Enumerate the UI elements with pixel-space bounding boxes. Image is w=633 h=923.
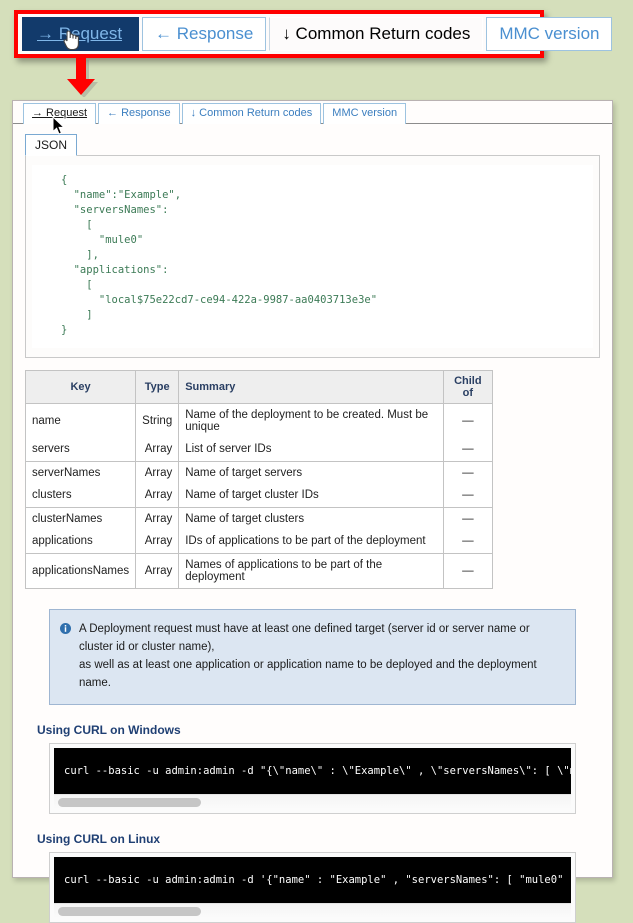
- panel-tab-list: → Request ← Response ↓ Common Return cod…: [13, 101, 612, 124]
- curl-windows-title: Using CURL on Windows: [37, 723, 600, 737]
- cell-key: applications: [26, 530, 136, 553]
- info-note: A Deployment request must have at least …: [49, 609, 576, 705]
- magnified-tabbar-callout: → Request ← Response ↓ Common Return cod…: [14, 10, 544, 58]
- table-row: clusterNames Array Name of target cluste…: [26, 507, 493, 530]
- cell-child-of: —: [443, 461, 492, 484]
- red-down-arrow-icon: [62, 55, 98, 97]
- cell-key: name: [26, 404, 136, 439]
- cell-type: Array: [136, 461, 179, 484]
- column-header-child-of: Child of: [443, 371, 492, 404]
- curl-linux-scrollbar[interactable]: [54, 903, 571, 918]
- cell-key: serverNames: [26, 461, 136, 484]
- column-header-key: Key: [26, 371, 136, 404]
- magnified-tab-list: → Request ← Response ↓ Common Return cod…: [22, 17, 536, 54]
- curl-windows-command: curl --basic -u admin:admin -d "{\"name\…: [54, 748, 571, 794]
- cell-key: servers: [26, 438, 136, 461]
- cell-summary: List of server IDs: [179, 438, 443, 461]
- info-note-line-1: A Deployment request must have at least …: [79, 620, 563, 656]
- scrollbar-thumb[interactable]: [58, 798, 201, 807]
- table-row: serverNames Array Name of target servers…: [26, 461, 493, 484]
- cell-summary: IDs of applications to be part of the de…: [179, 530, 443, 553]
- key-reference-table: Key Type Summary Child of name String Na…: [25, 370, 493, 589]
- cell-child-of: —: [443, 553, 492, 588]
- json-tab-row: JSON: [25, 134, 600, 156]
- table-header-row: Key Type Summary Child of: [26, 371, 493, 404]
- panel-body: JSON { "name":"Example", "serversNames":…: [13, 124, 612, 923]
- curl-linux-block: curl --basic -u admin:admin -d '{"name" …: [49, 852, 576, 923]
- curl-windows-block: curl --basic -u admin:admin -d "{\"name\…: [49, 743, 576, 814]
- tab-response[interactable]: ← Response: [98, 103, 180, 124]
- cell-summary: Names of applications to be part of the …: [179, 553, 443, 588]
- json-code-inner: { "name":"Example", "serversNames": [ "m…: [32, 165, 593, 348]
- tab-json[interactable]: JSON: [25, 134, 77, 156]
- tab-request[interactable]: → Request: [23, 103, 96, 124]
- cell-type: Array: [136, 553, 179, 588]
- cell-summary: Name of target clusters: [179, 507, 443, 530]
- json-code-text: { "name":"Example", "serversNames": [ "m…: [42, 173, 583, 338]
- cell-child-of: —: [443, 507, 492, 530]
- column-header-summary: Summary: [179, 371, 443, 404]
- column-header-type: Type: [136, 371, 179, 404]
- magnified-tab-mmc-version[interactable]: MMC version: [486, 17, 612, 51]
- tab-mmc-version[interactable]: MMC version: [323, 103, 406, 124]
- content-panel: → Request ← Response ↓ Common Return cod…: [12, 100, 613, 878]
- cell-key: clusterNames: [26, 507, 136, 530]
- json-code-viewer: JSON { "name":"Example", "serversNames":…: [25, 134, 600, 358]
- cell-type: Array: [136, 484, 179, 507]
- magnified-tab-response[interactable]: ← Response: [142, 17, 266, 51]
- cell-child-of: —: [443, 530, 492, 553]
- magnified-tab-request[interactable]: → Request: [22, 17, 139, 51]
- cell-summary: Name of target cluster IDs: [179, 484, 443, 507]
- scrollbar-thumb[interactable]: [58, 907, 201, 916]
- table-row: applicationsNames Array Names of applica…: [26, 553, 493, 588]
- info-icon: [60, 623, 71, 634]
- cell-key: applicationsNames: [26, 553, 136, 588]
- info-note-text: A Deployment request must have at least …: [79, 620, 563, 692]
- curl-linux-command: curl --basic -u admin:admin -d '{"name" …: [54, 857, 571, 903]
- curl-windows-scrollbar[interactable]: [54, 794, 571, 809]
- cell-type: Array: [136, 530, 179, 553]
- json-code-box: { "name":"Example", "serversNames": [ "m…: [25, 155, 600, 358]
- table-row: applications Array IDs of applications t…: [26, 530, 493, 553]
- table-row: servers Array List of server IDs —: [26, 438, 493, 461]
- magnified-tab-common-return-codes[interactable]: ↓ Common Return codes: [269, 17, 483, 51]
- curl-linux-title: Using CURL on Linux: [37, 832, 600, 846]
- cell-type: Array: [136, 507, 179, 530]
- cell-summary: Name of the deployment to be created. Mu…: [179, 404, 443, 439]
- tab-common-return-codes[interactable]: ↓ Common Return codes: [182, 103, 322, 124]
- cell-type: Array: [136, 438, 179, 461]
- table-row: clusters Array Name of target cluster ID…: [26, 484, 493, 507]
- table-row: name String Name of the deployment to be…: [26, 404, 493, 439]
- cell-key: clusters: [26, 484, 136, 507]
- cell-child-of: —: [443, 484, 492, 507]
- cell-child-of: —: [443, 404, 492, 439]
- cell-child-of: —: [443, 438, 492, 461]
- info-note-line-2: as well as at least one application or a…: [79, 656, 563, 692]
- cell-type: String: [136, 404, 179, 439]
- cell-summary: Name of target servers: [179, 461, 443, 484]
